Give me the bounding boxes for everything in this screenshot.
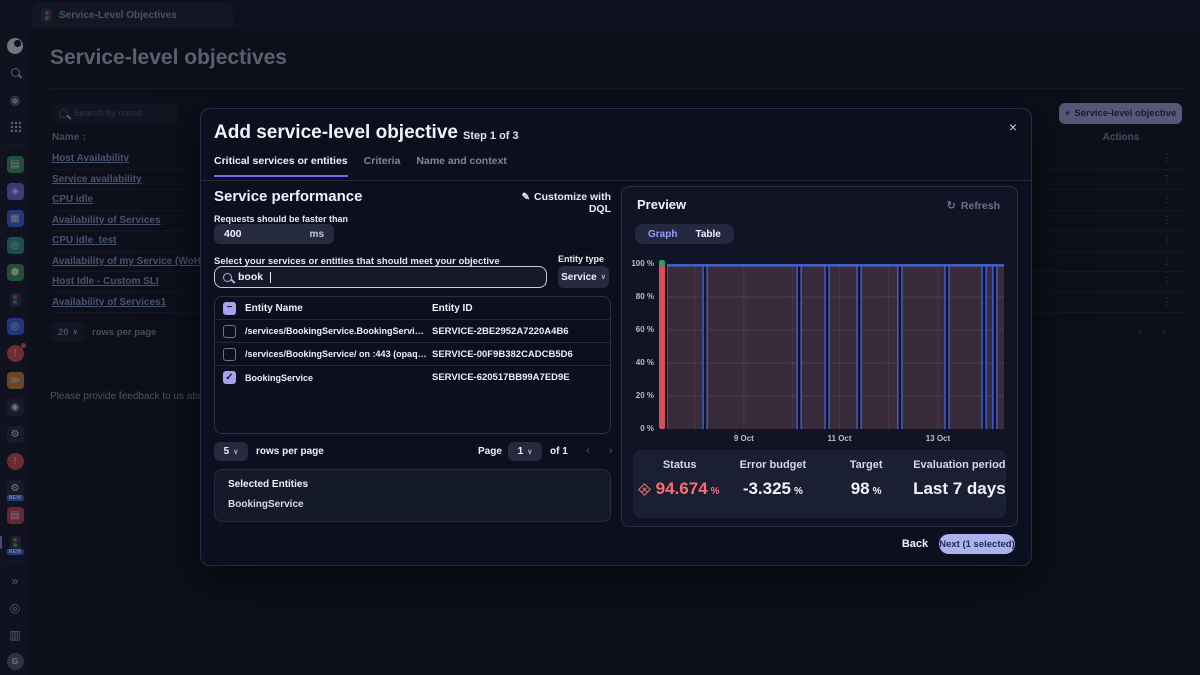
screen: Service-Level Objectives ◉▤◈▦◎⬢◎!≫◉⚙!⚙NE…: [0, 0, 1200, 675]
selected-entities-box: Selected Entities BookingService: [214, 469, 611, 522]
rows-per-page-select[interactable]: 5∨: [214, 442, 248, 461]
slo-stats-box: Status94.674%Error budget-3.325%Target98…: [633, 450, 1006, 518]
next-button[interactable]: Next (1 selected): [939, 534, 1015, 554]
stat-unit: %: [873, 486, 882, 499]
stat-value: 98%: [820, 479, 913, 499]
threshold-label: Requests should be faster than: [214, 214, 348, 224]
stat-value: Last 7 days: [913, 479, 1006, 499]
critical-diamond-icon: [638, 483, 651, 496]
stat-unit: %: [794, 486, 803, 499]
refresh-button[interactable]: ↻Refresh: [947, 199, 1000, 212]
preview-panel: Preview ↻Refresh GraphTable 9 Oct 11 Oct 1…: [621, 186, 1018, 527]
y-tick-label: 20 %: [624, 391, 654, 401]
entity-row[interactable]: /services/BookingService.BookingServiceH…: [215, 320, 610, 343]
page-label: Page: [478, 446, 502, 457]
entity-name: /services/BookingService.BookingServiceH…: [245, 326, 427, 336]
threshold-value: 400: [224, 228, 242, 240]
close-icon[interactable]: ×: [1009, 119, 1017, 135]
y-tick-label: 40 %: [624, 358, 654, 368]
stat-number: -3.325: [743, 479, 791, 499]
preview-title: Preview: [637, 197, 686, 212]
pencil-icon: ✎: [522, 192, 530, 203]
stat-error-budget: Error budget -3.325%: [726, 459, 819, 518]
entity-name: /services/BookingService/ on :443 (opaqu…: [245, 349, 427, 359]
modal-tabs: Critical services or entities Criteria Nam…: [214, 155, 507, 177]
stat-number: 98: [851, 479, 870, 499]
entity-table-pagination: 5∨ rows per page Page 1∨ of 1 ‹ ›: [214, 442, 611, 462]
row-checkbox[interactable]: [223, 325, 236, 338]
view-tab-table[interactable]: Table: [686, 229, 729, 240]
stat-evaluation-period: Evaluation period Last 7 days: [913, 459, 1006, 518]
back-button[interactable]: Back: [896, 538, 934, 550]
page-number-select[interactable]: 1∨: [508, 442, 542, 461]
entity-search-value: book: [238, 271, 263, 283]
stat-number: Last 7 days: [913, 479, 1006, 499]
modal-title: Add service-level objective: [214, 122, 458, 144]
selected-entities-list: BookingService: [228, 499, 597, 510]
status-bar-red-segment: [659, 266, 665, 429]
entity-id: SERVICE-00F9B382CADCB5D6: [432, 349, 604, 360]
threshold-unit: ms: [310, 229, 324, 240]
entity-id-header: Entity ID: [432, 303, 604, 314]
entity-table-header: −Entity Name Entity ID: [215, 297, 610, 320]
x-axis: 9 Oct 11 Oct 13 Oct: [667, 434, 1004, 446]
entity-name: BookingService: [245, 373, 427, 383]
chevron-down-icon: ∨: [601, 273, 606, 281]
entity-row[interactable]: /services/BookingService/ on :443 (opaqu…: [215, 343, 610, 366]
tab-criteria[interactable]: Criteria: [364, 155, 401, 177]
row-checkbox[interactable]: ✓: [223, 371, 236, 384]
chevron-down-icon: ∨: [233, 448, 238, 456]
text-cursor: [270, 272, 271, 283]
entity-table: −Entity Name Entity ID/services/BookingSe…: [214, 296, 611, 434]
entity-row[interactable]: ✓ BookingService SERVICE-620517BB99A7ED9E: [215, 366, 610, 389]
stat-label: Target: [820, 459, 913, 471]
customize-dql-link[interactable]: ✎Customize with DQL: [501, 191, 611, 215]
y-tick-label: 100 %: [624, 259, 654, 269]
slo-preview-chart: [667, 264, 1004, 429]
section-title: Service performance: [214, 188, 362, 205]
stat-target: Target 98%: [820, 459, 913, 518]
x-tick-label: 13 Oct: [926, 434, 950, 443]
row-checkbox[interactable]: [223, 348, 236, 361]
page-count-label: of 1: [550, 446, 568, 457]
next-page-button[interactable]: ›: [609, 445, 613, 457]
selected-entities-title: Selected Entities: [228, 479, 597, 490]
step-indicator: Step 1 of 3: [463, 130, 519, 142]
entity-id: SERVICE-2BE2952A7220A4B6: [432, 326, 604, 337]
stat-status: Status 94.674%: [633, 459, 726, 518]
stat-value: -3.325%: [726, 479, 819, 499]
stat-label: Error budget: [726, 459, 819, 471]
entity-id: SERVICE-620517BB99A7ED9E: [432, 372, 604, 383]
x-tick-label: 11 Oct: [828, 434, 852, 443]
prev-page-button[interactable]: ‹: [586, 445, 590, 457]
entity-type-select[interactable]: Service∨: [558, 266, 609, 288]
add-slo-modal: Add service-level objective Step 1 of 3 …: [200, 108, 1032, 566]
stat-label: Evaluation period: [913, 459, 1006, 471]
chevron-down-icon: ∨: [527, 448, 532, 456]
stat-unit: %: [711, 486, 720, 499]
stat-value: 94.674%: [633, 479, 726, 499]
view-tab-graph[interactable]: Graph: [639, 229, 686, 240]
y-tick-label: 80 %: [624, 292, 654, 302]
tabs-divider: [201, 180, 1031, 181]
x-tick-label: 9 Oct: [734, 434, 754, 443]
tab-name-and-context[interactable]: Name and context: [416, 155, 506, 177]
search-icon: [223, 273, 232, 282]
entity-name-header: Entity Name: [245, 303, 427, 314]
tab-critical-services-or-entities[interactable]: Critical services or entities: [214, 155, 348, 177]
stat-number: 94.674: [656, 479, 708, 499]
select-all-checkbox[interactable]: −: [223, 302, 236, 315]
y-tick-label: 0 %: [624, 424, 654, 434]
stat-label: Status: [633, 459, 726, 471]
graph-table-toggle: GraphTable: [635, 224, 734, 244]
y-tick-label: 60 %: [624, 325, 654, 335]
threshold-input[interactable]: 400 ms: [214, 224, 334, 244]
refresh-icon: ↻: [947, 200, 956, 212]
entity-type-label: Entity type: [558, 254, 604, 264]
rows-per-page-label: rows per page: [256, 446, 324, 457]
entity-search-input[interactable]: book: [214, 266, 547, 288]
